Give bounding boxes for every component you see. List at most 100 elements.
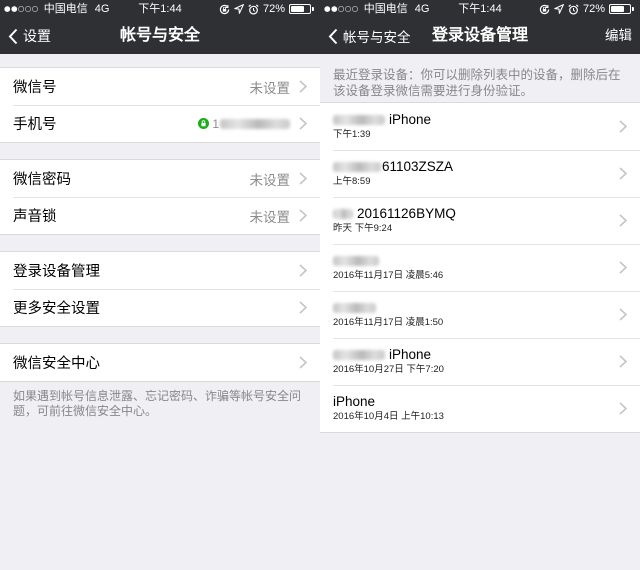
settings-group: 微信密码 未设置 声音锁 未设置	[0, 160, 320, 234]
status-bar: ●●○○○ 中国电信 4G 下午1:44 72%	[0, 0, 320, 18]
signal-strength: ●●○○○	[324, 4, 359, 13]
device-login-time: 2016年11月17日 凌晨5:46	[333, 270, 444, 281]
settings-group: 微信号 未设置 手机号 1	[0, 68, 320, 142]
redacted-text	[333, 255, 379, 266]
chevron-right-icon	[619, 402, 627, 415]
device-name: iPhone	[333, 393, 610, 410]
settings-group: 登录设备管理 更多安全设置	[0, 252, 320, 326]
row-label: 声音锁	[13, 209, 57, 225]
row-more-security-settings[interactable]: 更多安全设置	[0, 289, 320, 326]
row-label: 更多安全设置	[13, 301, 100, 317]
device-name: 20161126BYMQ	[333, 205, 610, 222]
status-indicators: 72%	[539, 0, 634, 18]
row-wechat-password[interactable]: 微信密码 未设置	[0, 160, 320, 197]
location-icon	[554, 4, 564, 14]
back-button[interactable]: 帐号与安全	[320, 26, 411, 46]
row-value: 未设置	[249, 209, 291, 225]
account-security-screen: ●●○○○ 中国电信 4G 下午1:44 72% 设置 帐号与安全 微信号 未设…	[0, 0, 320, 570]
login-devices-screen: ●●○○○ 中国电信 4G 下午1:44 72% 帐号与安全 登录设备管理 编辑…	[320, 0, 640, 570]
device-row[interactable]: iPhone 2016年10月27日 下午7:20	[320, 338, 640, 385]
device-name-text: 61103ZSZA	[382, 159, 454, 174]
phone-number-value: 1	[198, 117, 290, 131]
chevron-right-icon	[299, 356, 307, 369]
device-login-time: 2016年10月4日 上午10:13	[333, 411, 444, 422]
security-footer-note: 如果遇到帐号信息泄露、忘记密码、诈骗等帐号安全问题，可前往微信安全中心。	[13, 389, 302, 418]
row-wechat-id[interactable]: 微信号 未设置	[0, 68, 320, 105]
chevron-left-icon	[8, 28, 18, 44]
redacted-text	[333, 161, 381, 172]
location-icon	[234, 4, 244, 14]
redacted-text	[333, 302, 376, 313]
nav-bar: 设置 帐号与安全	[0, 18, 320, 54]
network-type: 4G	[414, 3, 430, 15]
devices-header-note: 最近登录设备：你可以删除列表中的设备，删除后在该设备登录微信需要进行身份验证。	[333, 68, 621, 98]
network-type: 4G	[94, 3, 110, 15]
back-label: 设置	[23, 28, 51, 44]
status-indicators: 72%	[219, 0, 314, 18]
carrier-name: 中国电信	[43, 3, 88, 15]
device-row[interactable]: 61103ZSZA 上午8:59	[320, 150, 640, 197]
row-wechat-security-center[interactable]: 微信安全中心	[0, 344, 320, 381]
row-voice-lock[interactable]: 声音锁 未设置	[0, 197, 320, 234]
carrier-name: 中国电信	[363, 3, 408, 15]
battery-icon	[289, 4, 314, 14]
back-button[interactable]: 设置	[0, 26, 51, 46]
rotation-lock-icon	[539, 4, 550, 14]
redacted-text	[333, 208, 353, 219]
battery-icon	[609, 4, 634, 14]
chevron-right-icon	[619, 120, 627, 133]
chevron-right-icon	[619, 214, 627, 227]
screens-pair: ●●○○○ 中国电信 4G 下午1:44 72% 设置 帐号与安全 微信号 未设…	[0, 0, 640, 570]
alarm-icon	[568, 3, 579, 14]
device-name: 61103ZSZA	[333, 158, 610, 175]
alarm-icon	[248, 3, 259, 14]
chevron-right-icon	[299, 172, 307, 185]
device-name	[333, 252, 610, 269]
device-name-text: iPhone	[389, 347, 432, 362]
chevron-right-icon	[299, 117, 307, 130]
row-label: 登录设备管理	[13, 264, 100, 280]
lock-icon	[198, 118, 210, 129]
nav-bar: 帐号与安全 登录设备管理 编辑	[320, 18, 640, 54]
device-login-time: 2016年10月27日 下午7:20	[333, 364, 444, 375]
chevron-right-icon	[619, 308, 627, 321]
row-label: 微信密码	[13, 172, 71, 188]
device-name: iPhone	[333, 111, 610, 128]
chevron-right-icon	[619, 167, 627, 180]
chevron-right-icon	[619, 261, 627, 274]
row-login-device-management[interactable]: 登录设备管理	[0, 252, 320, 289]
device-login-time: 昨天 下午9:24	[333, 223, 393, 234]
device-row[interactable]: iPhone 下午1:39	[320, 103, 640, 150]
status-bar: ●●○○○ 中国电信 4G 下午1:44 72%	[320, 0, 640, 18]
device-name-text: iPhone	[389, 112, 432, 127]
device-name-text: iPhone	[333, 394, 376, 409]
back-label: 帐号与安全	[343, 30, 411, 45]
battery-percent: 72%	[262, 3, 285, 15]
device-name: iPhone	[333, 346, 610, 363]
edit-button[interactable]: 编辑	[605, 18, 632, 54]
device-row[interactable]: 20161126BYMQ 昨天 下午9:24	[320, 197, 640, 244]
chevron-right-icon	[299, 209, 307, 222]
signal-strength: ●●○○○	[4, 4, 39, 13]
battery-level	[611, 6, 624, 12]
rotation-lock-icon	[219, 4, 230, 14]
row-value: 未设置	[249, 80, 291, 96]
top-bar: ●●○○○ 中国电信 4G 下午1:44 72% 设置 帐号与安全	[0, 0, 320, 54]
device-login-time: 2016年11月17日 凌晨1:50	[333, 317, 444, 328]
chevron-right-icon	[299, 80, 307, 93]
device-list: iPhone 下午1:39 61103ZSZA 上午8:59 20161126B…	[320, 103, 640, 432]
battery-level	[291, 6, 304, 12]
top-bar: ●●○○○ 中国电信 4G 下午1:44 72% 帐号与安全 登录设备管理 编辑	[320, 0, 640, 54]
device-login-time: 下午1:39	[333, 129, 371, 140]
device-row[interactable]: 2016年11月17日 凌晨5:46	[320, 244, 640, 291]
chevron-left-icon	[328, 28, 338, 44]
device-row[interactable]: 2016年11月17日 凌晨1:50	[320, 291, 640, 338]
settings-group: 微信安全中心	[0, 344, 320, 381]
redacted-text	[333, 349, 385, 360]
device-name-text: 20161126BYMQ	[357, 206, 456, 221]
device-name	[333, 299, 610, 316]
device-row[interactable]: iPhone 2016年10月4日 上午10:13	[320, 385, 640, 432]
battery-percent: 72%	[582, 3, 605, 15]
row-phone-number[interactable]: 手机号 1	[0, 105, 320, 142]
device-login-time: 上午8:59	[333, 176, 371, 187]
